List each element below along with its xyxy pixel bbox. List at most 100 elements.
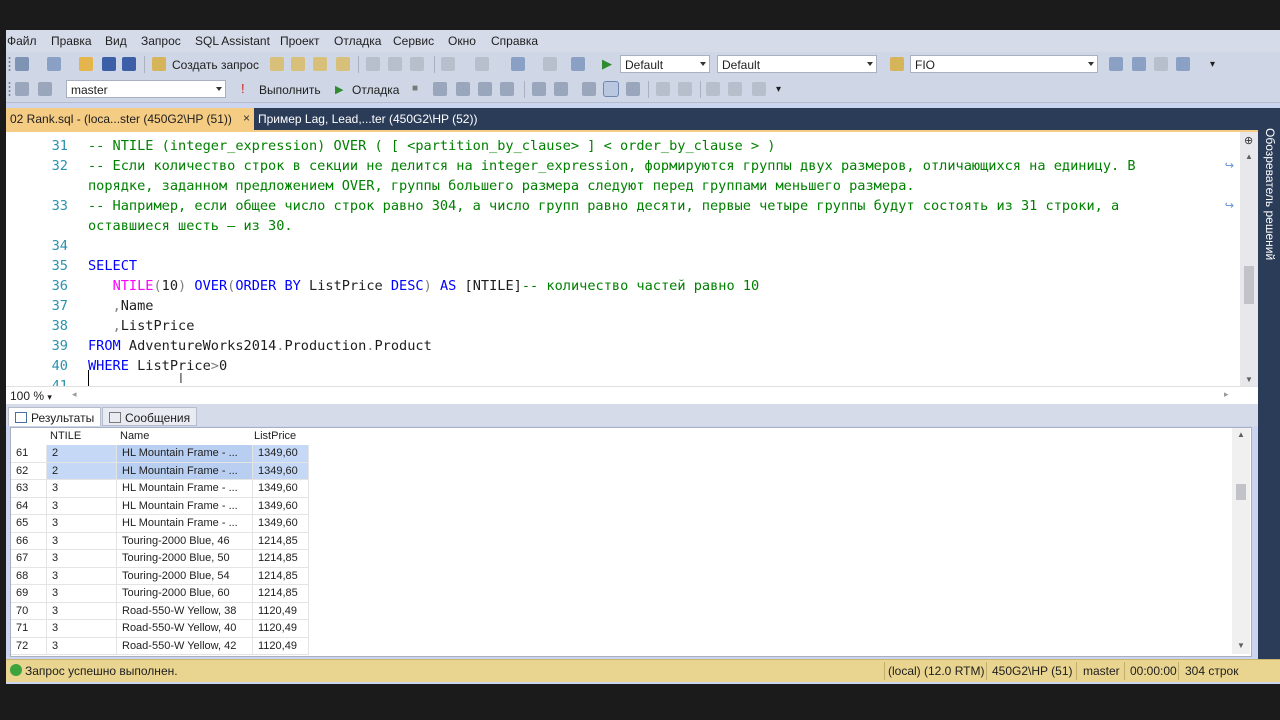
grid-cell[interactable]: 1120,49 [253,637,309,655]
tab-lag-lead-example[interactable]: Пример Lag, Lead,...ter (450G2\HP (52)) [254,108,484,130]
table-row[interactable]: 63 3 HL Mountain Frame - ... 1349,60 [11,480,1233,498]
code-line[interactable]: оставшиеся шесть — из 30. [6,216,1240,236]
menu-project[interactable]: Проект [280,34,320,48]
tab-02-rank-sql[interactable]: 02 Rank.sql - (loca...ster (450G2\HP (51… [6,108,254,130]
table-row[interactable]: 71 3 Road-550-W Yellow, 40 1120,49 [11,620,1233,638]
editor-vertical-scrollbar[interactable]: ⊕ ▲ ▼ [1240,132,1258,386]
grid-cell[interactable]: 1214,85 [253,532,309,550]
grid-cell[interactable]: HL Mountain Frame - ... [117,497,253,515]
results-grid[interactable]: NTILE Name ListPrice 61 2 HL Mountain Fram… [10,427,1252,657]
include-plan-icon[interactable] [532,82,546,96]
tools-icon[interactable] [1154,57,1168,71]
undo-icon[interactable] [441,57,455,71]
object-explorer-icon[interactable] [1109,57,1123,71]
grid-cell[interactable]: 1349,60 [253,515,309,533]
code-line[interactable]: 31 -- NTILE (integer_expression) OVER ( [… [6,136,1240,156]
results-to-text-icon[interactable] [582,82,596,96]
cut-icon[interactable] [366,57,380,71]
row-number[interactable]: 67 [11,550,47,568]
menu-tools[interactable]: Сервис [393,34,434,48]
grid-cell[interactable]: 1214,85 [253,585,309,603]
cancel-query-icon[interactable]: ■ [412,83,418,94]
comment-out-icon[interactable] [656,82,670,96]
toolbar-grip[interactable] [8,81,11,98]
new-window-icon[interactable] [543,57,557,71]
open-folder-icon[interactable] [79,57,93,71]
grid-cell[interactable]: Road-550-W Yellow, 40 [117,620,253,638]
toolbar-options-icon[interactable]: ▾ [776,84,781,95]
copy-icon[interactable] [388,57,402,71]
grid-cell[interactable]: HL Mountain Frame - ... [117,480,253,498]
grid-cell[interactable]: 3 [47,480,117,498]
scroll-down-icon[interactable]: ▼ [1245,375,1253,384]
code-line[interactable]: 40 WHERE ListPrice>0 [6,356,1240,376]
column-header-name[interactable]: Name [120,430,149,442]
menu-file[interactable]: Файл [7,34,37,48]
grid-cell[interactable]: 3 [47,497,117,515]
specify-template-values-icon[interactable] [752,82,766,96]
grid-cell[interactable]: 1214,85 [253,550,309,568]
row-number[interactable]: 64 [11,497,47,515]
code-line[interactable]: 37 ,Name [6,296,1240,316]
row-number[interactable]: 70 [11,602,47,620]
grid-cell[interactable]: 3 [47,602,117,620]
mdx-query-icon[interactable] [313,57,327,71]
scroll-right-icon[interactable]: ▸ [1224,389,1229,400]
intellisense-icon[interactable] [500,82,514,96]
menu-edit[interactable]: Правка [51,34,92,48]
execute-icon[interactable]: ! [241,81,245,96]
menu-query[interactable]: Запрос [141,34,181,48]
registered-servers-icon[interactable] [1132,57,1146,71]
paste-icon[interactable] [410,57,424,71]
code-line[interactable]: 35 SELECT [6,256,1240,276]
new-query-icon[interactable] [152,57,166,71]
table-row[interactable]: 67 3 Touring-2000 Blue, 50 1214,85 [11,550,1233,568]
table-row[interactable]: 72 3 Road-550-W Yellow, 42 1120,49 [11,637,1233,655]
db-query-icon[interactable] [270,57,284,71]
row-number[interactable]: 66 [11,532,47,550]
column-header-ntile[interactable]: NTILE [50,430,81,442]
row-number[interactable]: 63 [11,480,47,498]
menu-view[interactable]: Вид [105,34,127,48]
grid-cell[interactable]: 3 [47,637,117,655]
editor-scroll-thumb[interactable] [1244,266,1254,304]
code-line[interactable]: 32 -- Если количество строк в секции не д… [6,156,1240,176]
activity-monitor-icon[interactable] [571,57,585,71]
save-all-icon[interactable] [122,57,136,71]
grid-cell[interactable]: 1349,60 [253,480,309,498]
connect-icon[interactable] [15,82,29,96]
zoom-level-dropdown[interactable]: 100 % ▾ [10,389,52,403]
grid-cell[interactable]: 2 [47,462,117,480]
change-connection-icon[interactable] [38,82,52,96]
grid-scroll-thumb[interactable] [1236,484,1246,500]
grid-cell[interactable]: 1120,49 [253,602,309,620]
row-number[interactable]: 65 [11,515,47,533]
table-row[interactable]: 62 2 HL Mountain Frame - ... 1349,60 [11,462,1233,480]
client-stats-icon[interactable] [554,82,568,96]
tab-results[interactable]: Результаты [8,407,102,426]
grid-cell[interactable]: 3 [47,550,117,568]
grid-cell[interactable]: Road-550-W Yellow, 38 [117,602,253,620]
xmla-query-icon[interactable] [336,57,350,71]
find-in-files-icon[interactable] [890,57,904,71]
find-combo[interactable]: FIO [910,55,1098,73]
table-row[interactable]: 61 2 HL Mountain Frame - ... 1349,60 [11,445,1233,463]
toolbar-grip[interactable] [8,56,11,73]
grid-cell[interactable]: HL Mountain Frame - ... [117,445,253,463]
grid-cell[interactable]: 1349,60 [253,497,309,515]
grid-cell[interactable]: Touring-2000 Blue, 54 [117,567,253,585]
scroll-left-icon[interactable]: ◂ [72,389,77,400]
solution-platform-dropdown[interactable]: Default [717,55,877,73]
grid-cell[interactable]: 3 [47,532,117,550]
menu-debug[interactable]: Отладка [334,34,381,48]
toolbar-options-icon[interactable]: ▾ [1210,59,1215,70]
table-row[interactable]: 66 3 Touring-2000 Blue, 46 1214,85 [11,532,1233,550]
parse-icon[interactable] [433,82,447,96]
row-number[interactable]: 71 [11,620,47,638]
database-dropdown[interactable]: master [66,80,226,98]
grid-cell[interactable]: 3 [47,567,117,585]
save-icon[interactable] [102,57,116,71]
grid-cell[interactable]: 1214,85 [253,567,309,585]
analysis-query-icon[interactable] [291,57,305,71]
grid-cell[interactable]: 3 [47,620,117,638]
